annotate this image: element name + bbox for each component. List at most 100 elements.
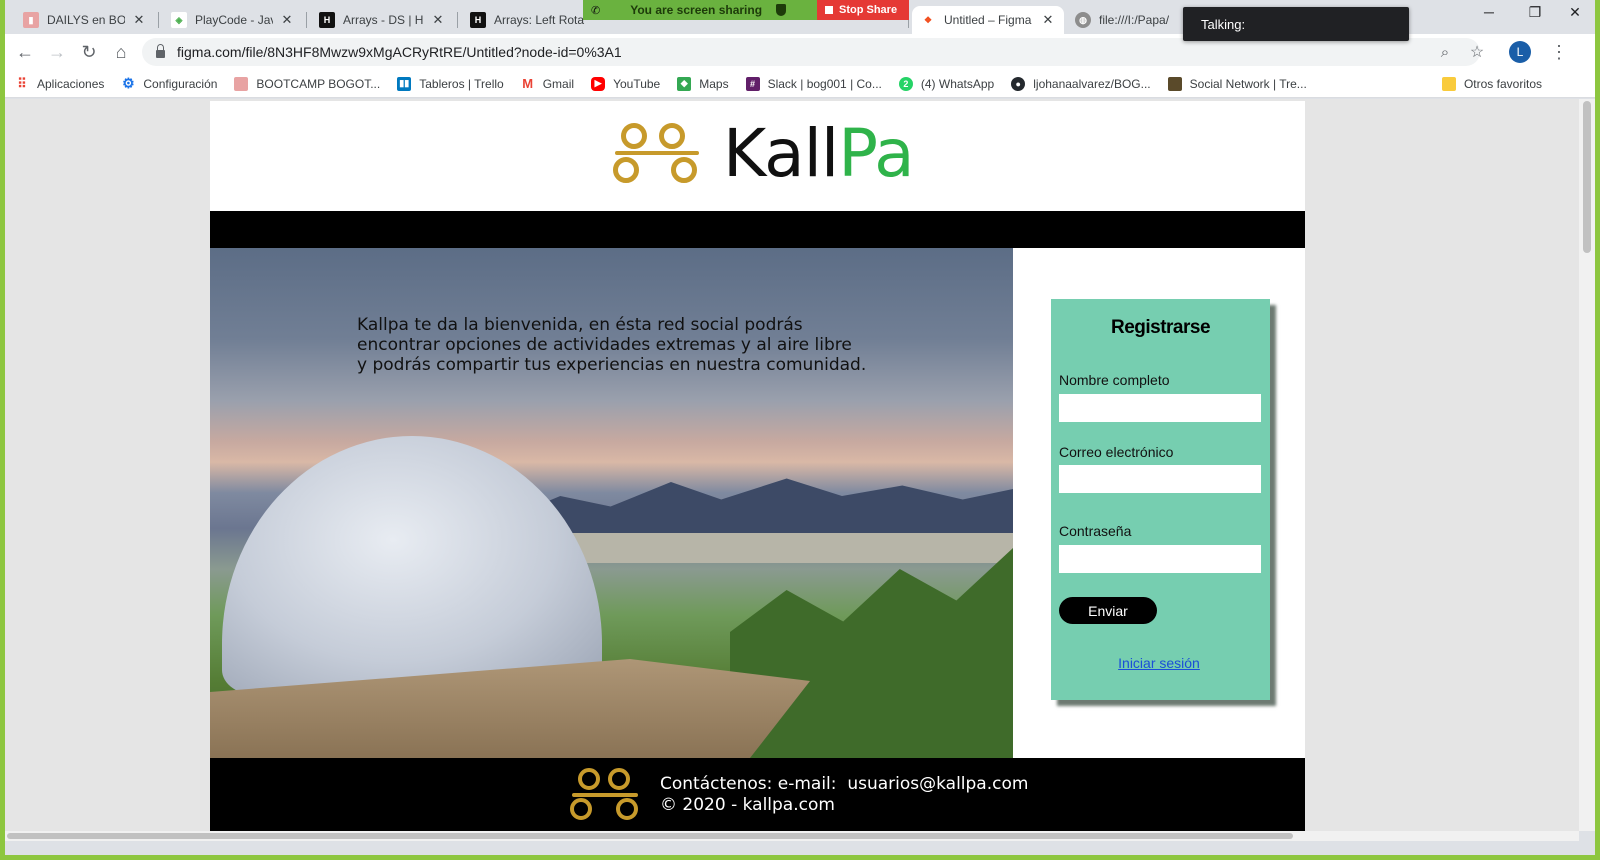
screen-sharing-banner: ✆ You are screen sharing bbox=[583, 0, 817, 20]
page-viewport: KallPa Kallpa te da la bienvenida, en és… bbox=[5, 99, 1579, 831]
tab-title: Arrays: Left Rota bbox=[494, 13, 585, 27]
tab-title: DAILYS en BOOTC bbox=[47, 13, 125, 27]
bookmark-social-network[interactable]: Social Network | Tre... bbox=[1167, 76, 1307, 91]
bookmark-bootcamp[interactable]: BOOTCAMP BOGOT... bbox=[234, 76, 380, 91]
reload-button[interactable]: ↻ bbox=[77, 40, 101, 64]
vertical-scrollbar[interactable] bbox=[1579, 99, 1595, 831]
bookmarks-bar: ⠿ Aplicaciones ⚙ Configuración BOOTCAMP … bbox=[5, 70, 1595, 98]
bookmark-label: Otros favoritos bbox=[1463, 77, 1542, 91]
minimize-button[interactable]: ─ bbox=[1469, 4, 1509, 20]
kallpa-logo-icon bbox=[613, 121, 703, 187]
bookmark-gmail[interactable]: M Gmail bbox=[521, 76, 574, 91]
figma-icon: ❖ bbox=[920, 12, 936, 28]
bookmark-label: YouTube bbox=[613, 76, 661, 91]
nav-bar bbox=[210, 211, 1305, 248]
login-link[interactable]: Iniciar sesión bbox=[1051, 655, 1267, 671]
bookmark-label: Social Network | Tre... bbox=[1189, 76, 1307, 91]
brand-wordmark-dark: Kall bbox=[723, 115, 839, 192]
footer-copyright: © 2020 - kallpa.com bbox=[660, 795, 835, 815]
bookmark-label: ljohanaalvarez/BOG... bbox=[1033, 76, 1151, 91]
bookmark-star-button[interactable]: ☆ bbox=[1465, 40, 1489, 64]
bookmark-slack[interactable]: # Slack | bog001 | Co... bbox=[745, 76, 882, 91]
avatar[interactable]: L bbox=[1509, 41, 1531, 63]
bookmark-maps[interactable]: ◆ Maps bbox=[677, 76, 729, 91]
tab-separator bbox=[457, 12, 458, 28]
tab-dailys[interactable]: ▮ DAILYS en BOOTC ✕ bbox=[15, 6, 155, 34]
bookmark-aplicaciones[interactable]: ⠿ Aplicaciones bbox=[15, 75, 105, 91]
hackerrank-icon: H bbox=[319, 12, 335, 28]
site-header: KallPa bbox=[210, 101, 1305, 211]
home-button[interactable]: ⌂ bbox=[109, 40, 133, 64]
reload-icon: ↻ bbox=[81, 41, 97, 62]
bookmark-label: Slack | bog001 | Co... bbox=[767, 76, 882, 91]
lake-graphic bbox=[540, 533, 1013, 563]
close-icon[interactable]: ✕ bbox=[430, 12, 446, 28]
star-icon: ☆ bbox=[1469, 44, 1485, 61]
bootcamp-icon bbox=[234, 76, 249, 91]
tab-figma[interactable]: ❖ Untitled – Figma ✕ bbox=[912, 6, 1064, 34]
apps-grid-icon: ⠿ bbox=[17, 75, 27, 91]
gmail-icon: M bbox=[522, 76, 534, 91]
bookmark-configuracion[interactable]: ⚙ Configuración bbox=[121, 75, 218, 91]
name-label: Nombre completo bbox=[1059, 372, 1170, 388]
forward-button[interactable]: → bbox=[45, 40, 69, 64]
back-button[interactable]: ← bbox=[13, 40, 37, 64]
folder-icon bbox=[1441, 77, 1456, 91]
zoom-button[interactable]: ⌕ bbox=[1433, 40, 1457, 64]
kallpa-logo-icon bbox=[568, 768, 642, 822]
site-footer: Contáctenos: e-mail: usuarios@kallpa.com… bbox=[210, 758, 1305, 831]
email-field[interactable] bbox=[1059, 465, 1261, 493]
stop-share-button[interactable]: Stop Share bbox=[817, 0, 909, 20]
github-icon: ● bbox=[1011, 76, 1026, 91]
youtube-icon: ▶ bbox=[591, 76, 606, 91]
tab-separator bbox=[306, 12, 307, 28]
password-field[interactable] bbox=[1059, 545, 1261, 573]
slack-icon: # bbox=[745, 76, 760, 91]
bookmark-trello[interactable]: ▮▮ Tableros | Trello bbox=[397, 76, 504, 91]
screen-sharing-text: You are screen sharing bbox=[630, 3, 763, 17]
bookmark-label: Aplicaciones bbox=[37, 76, 105, 91]
bookmark-label: (4) WhatsApp bbox=[920, 76, 995, 91]
submit-button[interactable]: Enviar bbox=[1059, 597, 1157, 624]
close-icon[interactable]: ✕ bbox=[1040, 12, 1056, 28]
kallpa-page: KallPa Kallpa te da la bienvenida, en és… bbox=[210, 101, 1305, 831]
tab-title: PlayCode - Javas bbox=[195, 13, 273, 27]
signup-card: Registrarse Nombre completo Correo elect… bbox=[1051, 299, 1270, 700]
bookmark-whatsapp[interactable]: 2 (4) WhatsApp bbox=[898, 76, 995, 91]
horizontal-scrollbar[interactable] bbox=[5, 831, 1579, 841]
bookmark-label: Configuración bbox=[143, 76, 218, 91]
tab-file[interactable]: ◍ file:///I:/Papa/ bbox=[1067, 6, 1177, 34]
bookmark-youtube[interactable]: ▶ YouTube bbox=[591, 76, 661, 91]
signup-title: Registrarse bbox=[1110, 317, 1211, 338]
signup-section: Registrarse Nombre completo Correo elect… bbox=[1013, 248, 1305, 758]
tab-arrays-left-rotation[interactable]: H Arrays: Left Rota bbox=[462, 6, 594, 34]
close-icon[interactable]: ✕ bbox=[131, 12, 147, 28]
hackerrank-icon: H bbox=[470, 12, 486, 28]
footer-contact: Contáctenos: e-mail: usuarios@kallpa.com bbox=[660, 774, 1029, 794]
trello-icon: ▮ bbox=[23, 12, 39, 28]
tab-arrays-ds[interactable]: H Arrays - DS | Hac ✕ bbox=[311, 6, 454, 34]
home-icon: ⌂ bbox=[115, 41, 127, 62]
close-window-button[interactable]: ✕ bbox=[1555, 4, 1595, 21]
phone-icon: ✆ bbox=[591, 4, 601, 17]
close-icon[interactable]: ✕ bbox=[279, 12, 295, 28]
arrow-left-icon: ← bbox=[16, 41, 34, 62]
trello-icon: ▮▮ bbox=[397, 76, 412, 91]
browser-window: ▮ DAILYS en BOOTC ✕ ◈ PlayCode - Javas ✕… bbox=[5, 0, 1595, 855]
brand-wordmark: KallPa bbox=[723, 115, 915, 192]
magnifier-icon: ⌕ bbox=[1440, 43, 1450, 61]
menu-button[interactable]: ⋮ bbox=[1547, 40, 1571, 64]
tab-playcode[interactable]: ◈ PlayCode - Javas ✕ bbox=[163, 6, 303, 34]
address-bar[interactable]: figma.com/file/8N3HF8Mwzw9xMgACRyRtRE/Un… bbox=[142, 38, 1480, 66]
dome-tent-graphic bbox=[222, 436, 602, 696]
bookmark-other-favorites[interactable]: Otros favoritos bbox=[1441, 77, 1542, 91]
talking-label: Talking: bbox=[1201, 16, 1246, 32]
bookmark-github[interactable]: ● ljohanaalvarez/BOG... bbox=[1011, 76, 1151, 91]
lock-icon bbox=[156, 44, 165, 58]
stop-share-label: Stop Share bbox=[839, 4, 898, 16]
tab-title: Untitled – Figma bbox=[944, 13, 1032, 27]
restore-button[interactable]: ❐ bbox=[1515, 4, 1555, 21]
name-field[interactable] bbox=[1059, 394, 1261, 422]
whatsapp-icon: 2 bbox=[898, 76, 913, 91]
bookmark-label: Tableros | Trello bbox=[419, 76, 504, 91]
